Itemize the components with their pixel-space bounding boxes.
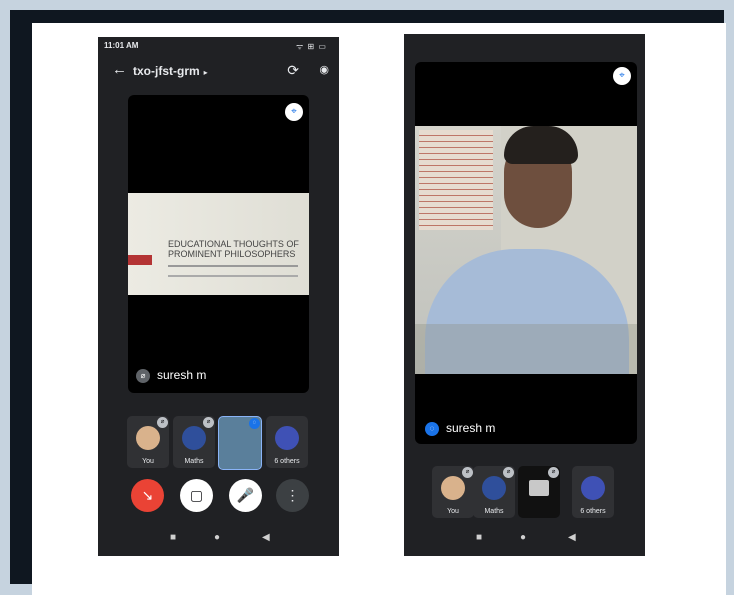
tile-label: 6 others [580,508,606,515]
meeting-code[interactable]: txo-jfst-grm ▸ [133,64,208,78]
pin-icon[interactable]: ⌖ [613,67,631,85]
participant-tiles: ⌀ You ⌀ Maths ◌ 6 others [127,416,313,470]
main-video-tile[interactable]: ⌖ ◌ suresh m [415,62,637,444]
android-nav-bar: ■ ● ◀ [98,532,339,546]
tile-label: Maths [484,508,504,515]
participant-name: suresh m [157,368,207,382]
participant-tile-suresh[interactable]: ◌ [218,416,262,470]
tile-label: You [447,508,459,515]
mute-icon: ⌀ [462,467,473,478]
mic-off-icon: ⌀ [136,368,150,383]
page: { "left_phone": { "status": {"time": "11… [0,0,734,595]
participant-tiles: ⌀ You ⌀ Maths ⌀ 6 others [432,466,618,520]
home-icon[interactable]: ● [520,532,526,543]
dropdown-icon: ▸ [203,68,208,77]
meeting-app-bar: ← txo-jfst-grm ▸ ⟳ ◉ [98,59,339,85]
person-hair [504,126,578,164]
maths-avatar [482,476,506,500]
speaking-icon: ◌ [425,421,439,436]
status-time: 11:01 AM [104,41,139,50]
you-avatar [441,476,465,500]
participant-name-bar: ◌ suresh m [425,421,495,436]
mic-button[interactable]: 🎤 [229,479,262,512]
mute-icon: ⌀ [503,467,514,478]
participant-tile-presentation[interactable]: ⌀ [518,466,560,518]
you-avatar [136,426,160,450]
slide-accent-bar [128,255,152,265]
main-video-tile[interactable]: ⌖ EDUCATIONAL THOUGHTS OF PROMINENT PHIL… [128,95,309,393]
speaking-indicator-icon: ◌ [249,418,260,429]
slide-subtext-lines [168,265,298,277]
shared-slide: EDUCATIONAL THOUGHTS OF PROMINENT PHILOS… [128,193,309,295]
desk-foreground [415,324,637,374]
meet-phone-left: 11:01 AM ᯤ ⊞ ▭ ← txo-jfst-grm ▸ ⟳ ◉ ⌖ EDU… [98,37,339,556]
others-avatar [581,476,605,500]
camera-video [415,126,637,374]
speaker-icon[interactable]: ◉ [319,63,329,76]
status-icons: ᯤ ⊞ ▭ [295,42,327,51]
more-options-button[interactable]: ⋮ [276,479,309,512]
participant-name: suresh m [446,421,496,435]
back-icon[interactable]: ◀ [262,532,270,543]
android-nav-bar: ■ ● ◀ [404,532,645,546]
end-call-button[interactable]: ↘ [131,479,164,512]
back-arrow-icon[interactable]: ← [112,61,127,78]
participant-tile-you[interactable]: ⌀ You [127,416,169,468]
tile-label: Maths [184,458,204,465]
recent-apps-icon[interactable]: ■ [476,532,482,543]
others-avatar [275,426,299,450]
tile-label: You [142,458,154,465]
participant-tile-others[interactable]: 6 others [266,416,308,468]
back-icon[interactable]: ◀ [568,532,576,543]
mute-icon: ⌀ [203,417,214,428]
status-bar: 11:01 AM ᯤ ⊞ ▭ [98,37,339,55]
flip-camera-icon[interactable]: ⟳ [287,62,299,79]
mute-icon: ⌀ [548,467,559,478]
present-screen-icon [529,480,549,496]
maths-avatar [182,426,206,450]
participant-tile-you[interactable]: ⌀ You [432,466,474,518]
participant-tile-maths[interactable]: ⌀ Maths [173,416,215,468]
slide-title: EDUCATIONAL THOUGHTS OF PROMINENT PHILOS… [168,239,299,259]
camera-button[interactable]: ▢ [180,479,213,512]
pin-icon[interactable]: ⌖ [285,103,303,121]
recent-apps-icon[interactable]: ■ [170,532,176,543]
tile-label: 6 others [274,458,300,465]
participant-name-bar: ⌀ suresh m [136,368,206,383]
mute-icon: ⌀ [157,417,168,428]
wall-calendar [419,130,493,230]
participant-tile-maths[interactable]: ⌀ Maths [473,466,515,518]
call-controls: ↘ ▢ 🎤 ⋮ [131,479,311,513]
meet-phone-right: ⌖ ◌ suresh m ⌀ You ⌀ Maths ⌀ 6 others ■ … [404,34,645,556]
home-icon[interactable]: ● [214,532,220,543]
meeting-code-text: txo-jfst-grm [133,64,200,78]
participant-tile-others[interactable]: 6 others [572,466,614,518]
